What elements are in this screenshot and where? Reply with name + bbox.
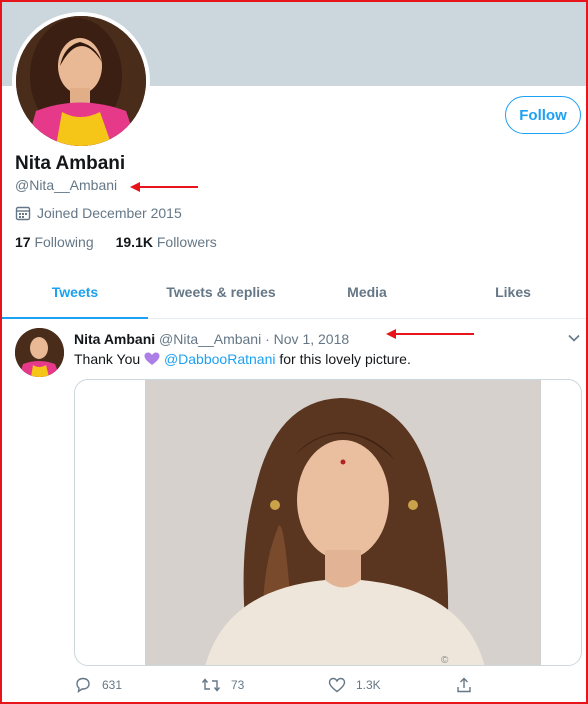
profile-name: Nita Ambani: [15, 153, 126, 174]
like-button[interactable]: 1.3K: [328, 676, 455, 694]
reply-count: 631: [102, 678, 123, 692]
tweet-mention-link[interactable]: @DabbooRatnani: [164, 351, 276, 367]
profile-handle: @Nita__Ambani: [15, 177, 118, 193]
following-link[interactable]: 17 Following: [15, 234, 94, 250]
tweet-text-end: for this lovely picture.: [279, 351, 411, 367]
tab-tweets-replies[interactable]: Tweets & replies: [148, 266, 294, 318]
share-button[interactable]: [455, 676, 582, 694]
calendar-icon: [15, 206, 31, 221]
tab-media[interactable]: Media: [294, 266, 440, 318]
joined-date: Joined December 2015: [37, 205, 182, 221]
purple-heart-icon: [144, 352, 160, 365]
tweet-avatar[interactable]: [15, 328, 64, 377]
followers-label: Followers: [156, 234, 217, 250]
tab-likes[interactable]: Likes: [440, 266, 586, 318]
tweet-media[interactable]: ©: [74, 379, 582, 666]
tweet-date[interactable]: Nov 1, 2018: [274, 331, 350, 347]
retweet-button[interactable]: 73: [201, 676, 328, 694]
avatar-photo: [16, 16, 146, 146]
following-label: Following: [34, 234, 94, 250]
retweet-icon: [201, 678, 221, 692]
tweet-text-start: Thank You: [74, 351, 141, 367]
followers-link[interactable]: 19.1K Followers: [116, 234, 217, 250]
photo-watermark: ©: [441, 655, 449, 666]
follow-button[interactable]: Follow: [505, 96, 581, 134]
tweet-text: Thank You @DabbooRatnani for this lovely…: [74, 351, 411, 367]
tab-tweets[interactable]: Tweets: [2, 266, 148, 319]
chevron-down-icon: [568, 334, 580, 342]
tweet-menu-button[interactable]: [567, 331, 581, 350]
like-icon: [328, 677, 346, 693]
tweet-header: Nita Ambani @Nita__Ambani · Nov 1, 2018: [74, 331, 349, 347]
annotation-arrow-date: [386, 329, 474, 339]
tweet-author-handle[interactable]: @Nita__Ambani: [159, 331, 261, 347]
retweet-count: 73: [231, 678, 245, 692]
tweet-actions: 631 73 1.3K: [74, 676, 582, 694]
portrait-photo: ©: [145, 380, 541, 666]
profile-avatar[interactable]: [12, 12, 150, 150]
tweet-avatar-photo: [15, 328, 64, 377]
profile-tabs: Tweets Tweets & replies Media Likes: [2, 266, 586, 319]
annotation-arrow-handle: [130, 182, 198, 192]
reply-button[interactable]: 631: [74, 676, 201, 694]
tweet-separator: ·: [265, 331, 270, 347]
following-count: 17: [15, 234, 31, 250]
like-count: 1.3K: [356, 678, 381, 692]
share-icon: [457, 677, 471, 693]
tweet-photo: ©: [145, 380, 541, 666]
reply-icon: [76, 677, 90, 694]
joined-info: Joined December 2015: [15, 205, 182, 221]
profile-stats: 17 Following 19.1K Followers: [15, 234, 217, 250]
tweet-author-name[interactable]: Nita Ambani: [74, 331, 155, 347]
followers-count: 19.1K: [115, 234, 153, 250]
